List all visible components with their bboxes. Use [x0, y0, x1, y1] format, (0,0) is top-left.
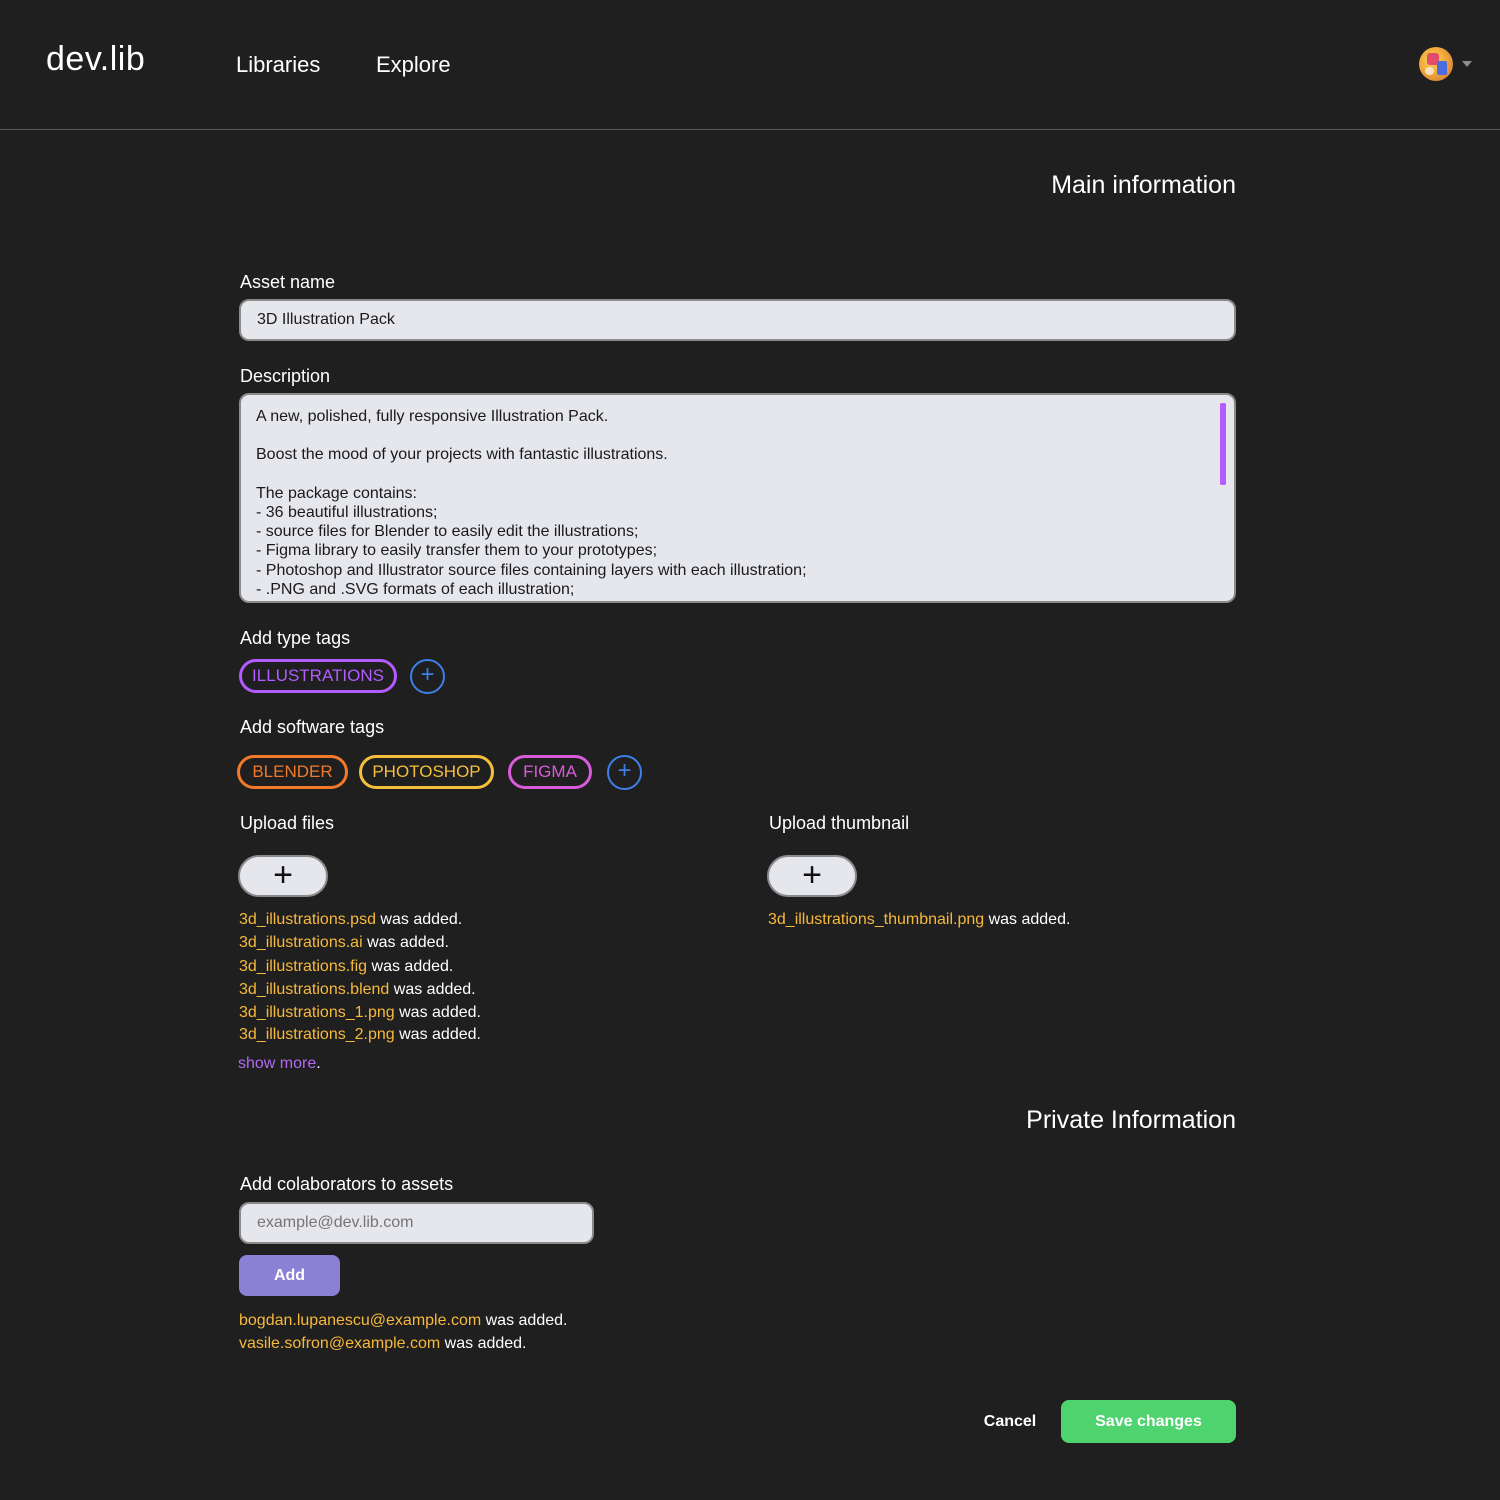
- private-information-title: Private Information: [1026, 1106, 1236, 1134]
- upload-thumbnail-button[interactable]: +: [767, 855, 857, 897]
- show-more-row: show more.: [238, 1055, 321, 1073]
- collaborator-item: bogdan.lupanescu@example.com was added.: [239, 1312, 567, 1330]
- avatar-shape: [1437, 61, 1447, 75]
- nav-libraries[interactable]: Libraries: [236, 52, 320, 78]
- collaborator-email: bogdan.lupanescu@example.com: [239, 1312, 482, 1329]
- file-name: 3d_illustrations.fig: [239, 958, 368, 975]
- added-text: was added.: [984, 911, 1071, 928]
- added-text: was added.: [362, 934, 449, 951]
- uploaded-file-item: 3d_illustrations.psd was added.: [239, 911, 462, 929]
- software-tags-label: Add software tags: [240, 717, 385, 737]
- user-avatar[interactable]: [1419, 47, 1453, 81]
- asset-name-label: Asset name: [240, 272, 336, 292]
- app-logo[interactable]: dev.lib: [46, 40, 145, 79]
- added-text: was added.: [367, 958, 454, 975]
- uploaded-file-item: 3d_illustrations_2.png was added.: [239, 1026, 481, 1044]
- file-name: 3d_illustrations.ai: [239, 934, 363, 951]
- tag-photoshop[interactable]: PHOTOSHOP: [359, 755, 494, 789]
- description-text: A new, polished, fully responsive Illust…: [256, 408, 807, 598]
- thumbnail-file-name: 3d_illustrations_thumbnail.png: [768, 911, 985, 928]
- uploaded-file-item: 3d_illustrations.fig was added.: [239, 958, 453, 976]
- added-text: was added.: [389, 981, 476, 998]
- collaborator-email: vasile.sofron@example.com: [239, 1335, 441, 1352]
- top-navigation-bar: dev.lib Libraries Explore: [0, 0, 1500, 130]
- asset-name-input[interactable]: [239, 299, 1236, 341]
- added-text: was added.: [394, 1026, 481, 1043]
- main-information-title: Main information: [1051, 171, 1236, 199]
- avatar-shape: [1425, 67, 1434, 75]
- type-tags-label: Add type tags: [240, 628, 351, 648]
- collaborators-label: Add colaborators to assets: [240, 1174, 454, 1194]
- file-name: 3d_illustrations_2.png: [239, 1026, 395, 1043]
- description-scrollbar[interactable]: [1220, 403, 1226, 485]
- tag-figma[interactable]: FIGMA: [508, 755, 592, 789]
- added-text: was added.: [481, 1312, 568, 1329]
- cancel-button[interactable]: Cancel: [972, 1405, 1048, 1439]
- added-text: was added.: [394, 1004, 481, 1021]
- uploaded-thumbnail-item: 3d_illustrations_thumbnail.png was added…: [768, 911, 1070, 929]
- added-text: was added.: [440, 1335, 527, 1352]
- collaborator-item: vasile.sofron@example.com was added.: [239, 1335, 527, 1353]
- add-software-tag-plus-icon[interactable]: +: [607, 755, 642, 790]
- upload-files-label: Upload files: [240, 813, 335, 833]
- uploaded-file-item: 3d_illustrations.ai was added.: [239, 934, 449, 952]
- upload-thumbnail-label: Upload thumbnail: [769, 813, 910, 833]
- uploaded-file-item: 3d_illustrations.blend was added.: [239, 981, 476, 999]
- add-collaborator-button[interactable]: Add: [239, 1255, 340, 1296]
- file-name: 3d_illustrations_1.png: [239, 1004, 395, 1021]
- add-type-tag-plus-icon[interactable]: +: [410, 659, 445, 694]
- show-more-link[interactable]: show more: [238, 1055, 316, 1072]
- save-changes-button[interactable]: Save changes: [1061, 1400, 1236, 1443]
- nav-explore[interactable]: Explore: [376, 52, 451, 78]
- tag-illustrations[interactable]: ILLUSTRATIONS: [239, 659, 397, 693]
- description-textarea[interactable]: A new, polished, fully responsive Illust…: [239, 393, 1236, 603]
- added-text: was added.: [375, 911, 463, 928]
- collaborator-email-input[interactable]: [239, 1202, 594, 1244]
- show-more-period: .: [316, 1055, 321, 1072]
- file-name: 3d_illustrations.blend: [239, 981, 390, 998]
- file-name: 3d_illustrations.psd: [239, 911, 376, 928]
- uploaded-file-item: 3d_illustrations_1.png was added.: [239, 1004, 481, 1022]
- description-label: Description: [240, 366, 331, 386]
- upload-files-button[interactable]: +: [238, 855, 328, 897]
- chevron-down-icon[interactable]: [1462, 61, 1472, 67]
- tag-blender[interactable]: BLENDER: [237, 755, 348, 789]
